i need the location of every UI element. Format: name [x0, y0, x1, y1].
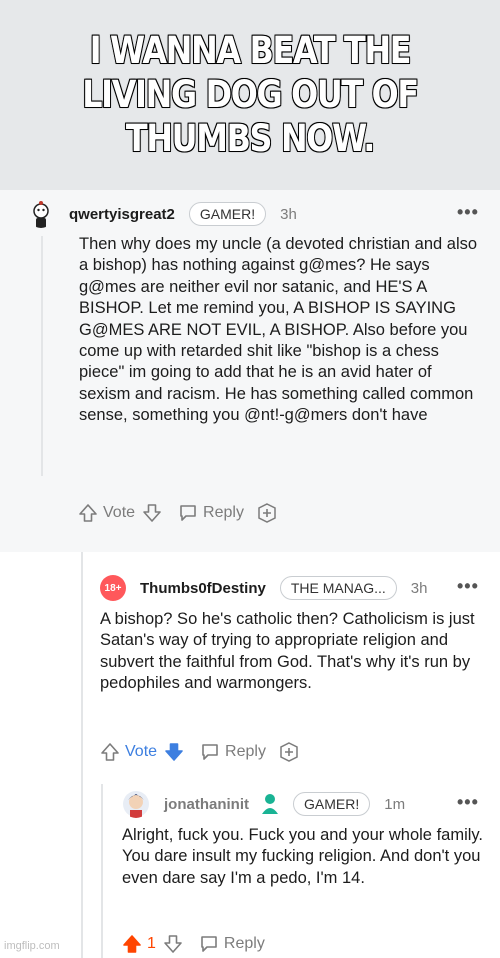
comment-body: Alright, fuck you. Fuck you and your who…	[122, 826, 484, 887]
reply-icon[interactable]	[199, 741, 221, 763]
thread-line	[101, 784, 103, 958]
username[interactable]: jonathaninit	[164, 796, 249, 813]
nsfw-badge: 18+	[100, 575, 126, 601]
avatar[interactable]	[122, 790, 150, 818]
downvote-icon[interactable]	[162, 933, 184, 955]
upvote-icon[interactable]	[77, 502, 99, 524]
thread-line	[81, 552, 83, 958]
vote-count: 1	[147, 935, 156, 952]
award-icon[interactable]	[256, 502, 278, 524]
downvote-icon-active[interactable]	[163, 741, 185, 763]
timestamp: 3h	[410, 579, 428, 597]
username[interactable]: Thumbs0fDestiny	[140, 580, 266, 597]
downvote-icon[interactable]	[141, 502, 163, 524]
more-options-icon[interactable]: •••	[457, 792, 479, 813]
upvote-icon-active[interactable]	[121, 933, 143, 955]
comment-body: Then why does my uncle (a devoted christ…	[79, 235, 478, 425]
user-flair: THE MANAG...	[279, 576, 397, 600]
timestamp: 3h	[280, 205, 297, 223]
user-flair: GAMER!	[188, 202, 267, 226]
upvote-icon[interactable]	[99, 741, 121, 763]
comment-body: A bishop? So he's catholic then? Catholi…	[100, 610, 475, 693]
comment-thread: 18+ Thumbs0fDestiny THE MANAG... 3h ••• …	[0, 552, 500, 958]
reply-icon[interactable]	[198, 933, 220, 955]
comment-header: jonathaninit GAMER! 1m	[122, 790, 405, 818]
comment-actions: Vote Reply	[77, 502, 278, 524]
vote-label: Vote	[125, 743, 158, 760]
avatar[interactable]	[27, 200, 55, 228]
thread-line	[41, 236, 43, 476]
reply-button[interactable]: Reply	[225, 743, 266, 761]
comment-card: qwertyisgreat2 GAMER! 3h ••• Then why do…	[0, 190, 500, 552]
more-options-icon[interactable]: •••	[457, 202, 479, 223]
meme-banner: I WANNA BEAT THE LIVING DOG OUT OF THUMB…	[0, 0, 500, 190]
comment-header: qwertyisgreat2 GAMER! 3h	[27, 200, 297, 228]
reply-button[interactable]: Reply	[203, 504, 244, 522]
user-icon	[261, 793, 279, 815]
comment-actions: Vote Reply	[99, 741, 300, 763]
reply-button[interactable]: Reply	[224, 935, 265, 953]
comment-actions: 1 Reply	[121, 933, 265, 955]
vote-label: Vote	[103, 504, 136, 521]
username[interactable]: qwertyisgreat2	[69, 206, 175, 223]
award-icon[interactable]	[278, 741, 300, 763]
meme-caption: I WANNA BEAT THE LIVING DOG OUT OF THUMB…	[81, 28, 420, 161]
timestamp: 1m	[384, 795, 406, 813]
comment-header: 18+ Thumbs0fDestiny THE MANAG... 3h	[100, 574, 427, 602]
user-flair: GAMER!	[293, 792, 371, 816]
reply-icon[interactable]	[177, 502, 199, 524]
more-options-icon[interactable]: •••	[457, 576, 479, 597]
watermark: imgflip.com	[4, 940, 60, 952]
